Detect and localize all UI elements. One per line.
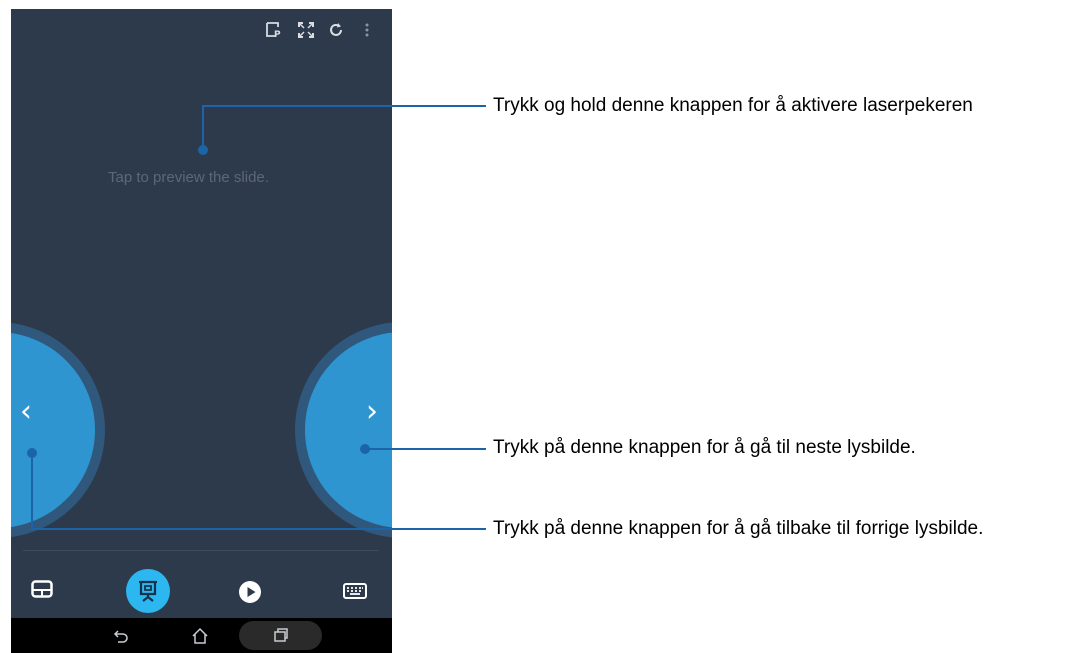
laser-callout-line (202, 105, 486, 150)
laser-pointer-callout: Trykk og hold denne knappen for å aktive… (493, 95, 973, 116)
prev-slide-callout: Trykk på denne knappen for å gå tilbake … (493, 518, 984, 539)
next-callout-dot (360, 444, 370, 454)
prev-callout-dot (27, 448, 37, 458)
next-slide-callout: Trykk på denne knappen for å gå til nest… (493, 437, 916, 458)
prev-callout-line (31, 453, 486, 530)
laser-callout-dot (198, 145, 208, 155)
